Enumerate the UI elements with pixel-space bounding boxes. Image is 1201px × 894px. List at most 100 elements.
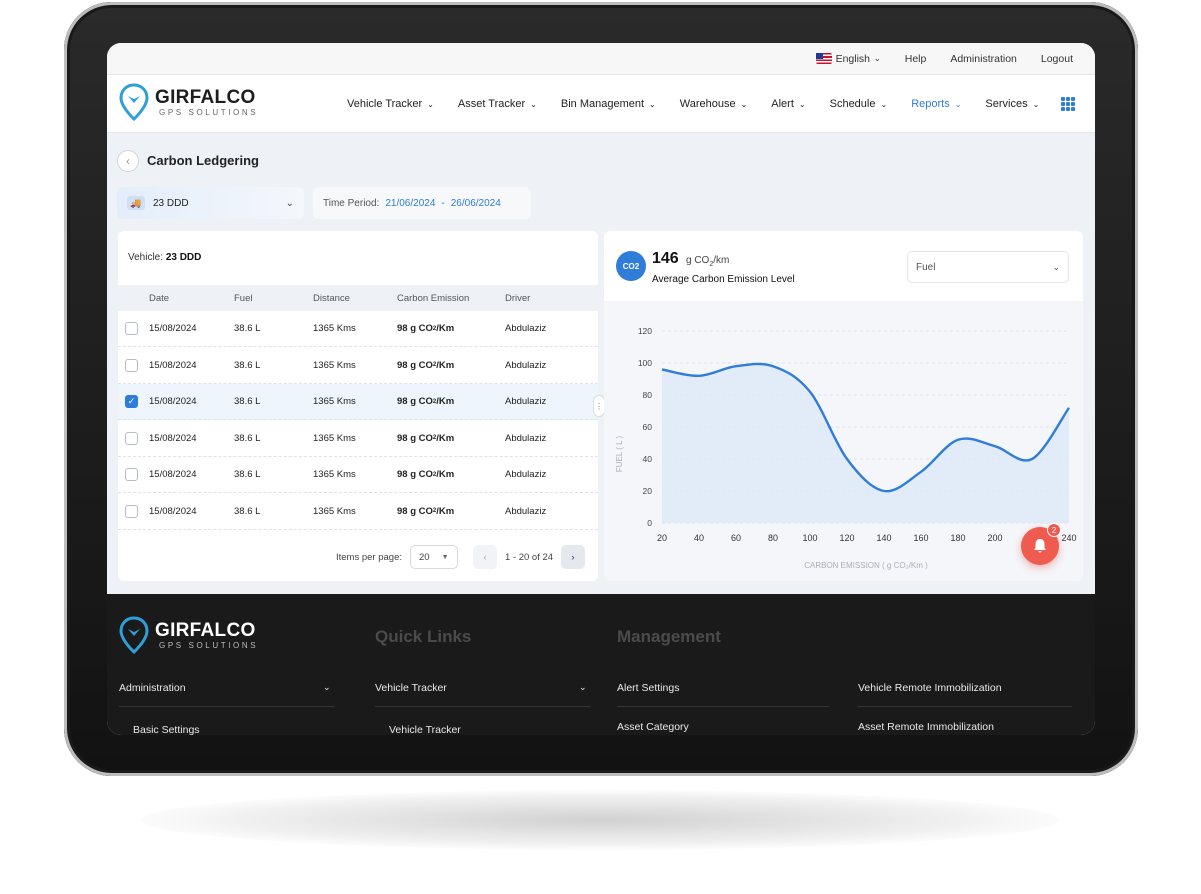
brand-logo[interactable]: GIRFALCO GPS SOLUTIONS xyxy=(119,83,258,121)
nav-item-reports[interactable]: Reports ⌄ xyxy=(911,98,961,110)
y-axis-label: FUEL ( L ) xyxy=(615,436,624,473)
nav-item-alert[interactable]: Alert ⌄ xyxy=(771,98,805,110)
quick-links-heading: Quick Links xyxy=(375,627,472,646)
table-row[interactable]: 15/08/2024 38.6 L 1365 Kms 98 g CO 2/Km Abdul… xyxy=(118,457,598,493)
bell-icon xyxy=(1034,539,1046,553)
emission-chart-panel: CO2 146 g CO2/km Average Carbon Emission… xyxy=(604,231,1083,581)
chevron-down-icon: ⌄ xyxy=(740,99,748,109)
chart-area-fill xyxy=(662,363,1069,523)
column-header-driver[interactable]: Driver xyxy=(505,285,530,311)
nav-item-schedule[interactable]: Schedule ⌄ xyxy=(830,98,888,110)
table-row[interactable]: 15/08/2024 38.6 L 1365 Kms 98 g CO 2/Km Abdul… xyxy=(118,348,598,384)
nav-item-bin-management[interactable]: Bin Management ⌄ xyxy=(561,98,656,110)
nav-item-label: Schedule xyxy=(829,98,876,110)
nav-item-label: Asset Tracker xyxy=(457,98,526,110)
footer-link-asset-remote-immobilization[interactable]: Asset Remote Immobilization xyxy=(858,721,994,733)
brand-tagline: GPS SOLUTIONS xyxy=(159,107,259,117)
language-selector[interactable]: English ⌄ xyxy=(815,52,881,65)
previous-page-button[interactable]: ‹ xyxy=(473,545,497,569)
metric-select[interactable]: Fuel ⌄ xyxy=(907,251,1069,283)
row-checkbox[interactable] xyxy=(125,358,138,372)
co2-suffix: /Km xyxy=(436,432,455,444)
language-label: English xyxy=(835,52,871,65)
x-tick-label: 80 xyxy=(768,533,778,543)
table-row[interactable]: 15/08/2024 38.6 L 1365 Kms 98 g CO 2/Km Abdul… xyxy=(118,311,598,347)
footer-link-asset-category[interactable]: Asset Category xyxy=(617,721,689,733)
notification-bell-button[interactable]: 2 xyxy=(1021,523,1061,565)
cell-fuel: 38.6 L xyxy=(234,396,261,407)
apps-grid-icon[interactable] xyxy=(1061,97,1075,111)
row-checkbox[interactable] xyxy=(125,468,138,481)
cell-driver: Abdulaziz xyxy=(505,323,547,334)
chevron-down-icon: ⌄ xyxy=(530,99,537,109)
cell-distance: 1365 Kms xyxy=(313,396,356,407)
chevron-right-icon: › xyxy=(571,551,575,563)
chevron-down-icon: ⌄ xyxy=(954,99,962,109)
vehicle-caption-label: Vehicle: xyxy=(128,252,164,263)
management-heading: Management xyxy=(617,627,721,646)
vehicle-select[interactable]: 🚚 23 DDD ⌄ xyxy=(117,187,304,219)
average-emission-value: 146 xyxy=(652,250,679,267)
chevron-down-icon: ⌄ xyxy=(427,99,434,109)
table-row[interactable]: ✓ 15/08/2024 38.6 L 1365 Kms 98 g CO 2/Km Abdu… xyxy=(118,384,598,420)
chevron-down-icon: ⌄ xyxy=(874,54,881,63)
table-vehicle-caption: Vehicle: 23 DDD xyxy=(128,252,201,263)
footer-link-alert-settings[interactable]: Alert Settings xyxy=(617,682,679,694)
x-tick-label: 180 xyxy=(950,533,965,543)
footer-sublink-vehicle-tracker[interactable]: Vehicle Tracker xyxy=(389,724,461,735)
unit-suffix: /km xyxy=(713,255,730,266)
nav-item-label: Bin Management xyxy=(560,98,645,110)
table-row[interactable]: 15/08/2024 38.6 L 1365 Kms 98 g CO 2/Km Abdul… xyxy=(118,421,598,457)
items-per-page-select[interactable]: 20 ▼ xyxy=(410,545,458,569)
nav-item-services[interactable]: Services ⌄ xyxy=(985,98,1039,110)
row-checkbox[interactable] xyxy=(125,504,138,518)
time-period-label: Time Period: xyxy=(323,197,380,209)
footer-logo[interactable]: GIRFALCO GPS SOLUTIONS xyxy=(119,616,258,654)
row-checkbox[interactable] xyxy=(125,322,138,335)
cell-date: 15/08/2024 xyxy=(149,396,197,407)
back-button[interactable]: ‹ xyxy=(117,150,139,172)
drag-handle-icon: ⋮ xyxy=(595,401,603,411)
cell-carbon-emission: 98 g CO 2/Km xyxy=(397,348,454,383)
location-pin-logo-icon xyxy=(119,83,149,121)
y-tick-label: 120 xyxy=(638,326,652,336)
nav-item-vehicle-tracker[interactable]: Vehicle Tracker ⌄ xyxy=(347,98,434,110)
row-checkbox[interactable]: ✓ xyxy=(125,395,138,408)
footer-link-vehicle-tracker[interactable]: Vehicle Tracker xyxy=(375,682,447,694)
x-tick-label: 160 xyxy=(913,533,928,543)
cell-fuel: 38.6 L xyxy=(234,323,261,334)
column-header-carbon-emission[interactable]: Carbon Emission xyxy=(397,285,469,311)
divider xyxy=(375,706,590,707)
y-tick-label: 40 xyxy=(643,454,653,464)
nav-item-asset-tracker[interactable]: Asset Tracker ⌄ xyxy=(458,98,537,110)
footer-link-vehicle-remote-immobilization[interactable]: Vehicle Remote Immobilization xyxy=(858,682,1002,694)
footer-link-basic-settings[interactable]: Basic Settings xyxy=(133,724,200,735)
footer-link-administration[interactable]: Administration xyxy=(119,682,186,694)
cell-distance: 1365 Kms xyxy=(313,432,356,444)
table-header: Date Fuel Distance Carbon Emission Drive… xyxy=(118,285,598,311)
y-tick-label: 20 xyxy=(643,486,653,496)
brand-name: GIRFALCO xyxy=(155,86,256,108)
cell-distance: 1365 Kms xyxy=(313,323,356,334)
cell-distance: 1365 Kms xyxy=(313,359,356,371)
chevron-down-icon[interactable]: ⌄ xyxy=(579,682,587,693)
table-row[interactable]: 15/08/2024 38.6 L 1365 Kms 98 g CO 2/Km Abdul… xyxy=(118,494,598,530)
next-page-button[interactable]: › xyxy=(561,545,585,569)
column-header-distance[interactable]: Distance xyxy=(313,285,350,311)
time-period-picker[interactable]: Time Period: 21/06/2024 - 26/06/2024 xyxy=(313,187,531,219)
cell-date: 15/08/2024 xyxy=(149,505,197,517)
date-separator: - xyxy=(441,197,445,209)
chevron-down-icon[interactable]: ⌄ xyxy=(323,682,331,693)
logout-link[interactable]: Logout xyxy=(1041,53,1073,65)
x-tick-label: 60 xyxy=(731,533,741,543)
help-link[interactable]: Help xyxy=(905,53,927,65)
cell-distance: 1365 Kms xyxy=(313,505,356,517)
row-checkbox[interactable] xyxy=(125,431,138,445)
nav-item-warehouse[interactable]: Warehouse ⌄ xyxy=(680,98,748,110)
caret-down-icon: ▼ xyxy=(441,553,449,561)
column-header-date[interactable]: Date xyxy=(149,285,169,311)
administration-link[interactable]: Administration xyxy=(950,53,1017,65)
cell-date: 15/08/2024 xyxy=(149,469,197,480)
column-header-fuel[interactable]: Fuel xyxy=(234,285,252,311)
site-footer: GIRFALCO GPS SOLUTIONS Quick Links Manag… xyxy=(107,594,1095,735)
